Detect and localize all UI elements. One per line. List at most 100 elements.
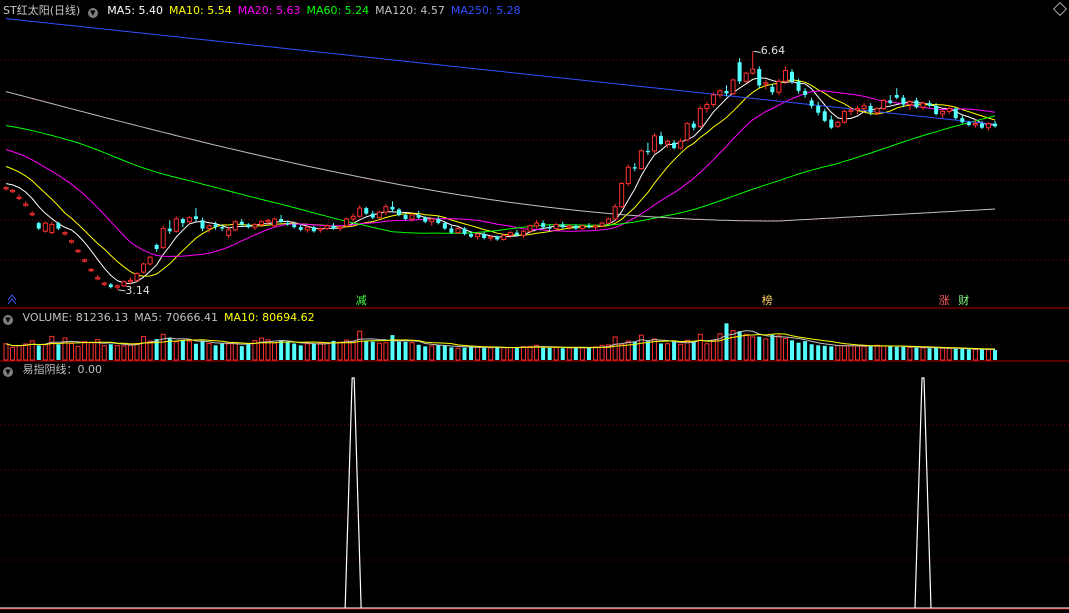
candle-body: [409, 214, 415, 220]
volume-bar: [946, 347, 952, 361]
candle-body: [252, 223, 258, 228]
candle-body: [95, 277, 101, 280]
candle-body: [416, 214, 421, 218]
volume-bar: [186, 340, 192, 361]
volume-bar: [127, 343, 133, 361]
candle-body: [586, 225, 591, 228]
candle-body: [337, 226, 343, 230]
volume-bar: [541, 347, 546, 360]
volume-bar: [317, 342, 323, 361]
candle-body: [42, 222, 48, 232]
volume-bar: [376, 342, 382, 361]
chevron-down-icon[interactable]: ▼: [3, 315, 13, 325]
volume-bar: [704, 343, 710, 361]
volume-bar: [888, 346, 893, 360]
volume-bar: [638, 334, 644, 361]
volume-bar: [724, 323, 729, 360]
chevron-down-icon[interactable]: ▼: [3, 367, 13, 377]
candle-body: [803, 90, 808, 95]
volume-bar: [455, 347, 461, 361]
candle-body: [691, 123, 696, 128]
volume-bar: [855, 345, 860, 361]
candle-body: [757, 69, 762, 86]
candle-body: [710, 94, 716, 106]
volume-bar: [803, 341, 808, 360]
candle-body: [829, 119, 834, 128]
candle-body: [579, 225, 585, 230]
stock-title[interactable]: ST红太阳(日线): [3, 4, 80, 17]
volume-bar: [907, 346, 913, 361]
volume-bar: [573, 347, 578, 360]
volume-bar: [547, 347, 552, 360]
high-annotation-pointer: [753, 50, 761, 53]
candle-body: [455, 228, 461, 234]
candle-body: [625, 166, 631, 185]
candle-body: [730, 79, 736, 95]
volume-bar: [101, 345, 107, 361]
low-price-annotation: 3.14: [125, 284, 150, 297]
candle-body: [200, 220, 205, 229]
ma10-line: [5, 79, 996, 277]
candle-body: [541, 223, 546, 228]
volume-legend-item: MA10: 80694.62: [223, 311, 315, 324]
volume-bar: [593, 346, 598, 361]
volume-bar: [390, 335, 395, 360]
volume-bar: [553, 346, 559, 361]
candle-body: [272, 218, 278, 227]
candle-body: [547, 227, 552, 229]
candle-body: [678, 140, 684, 149]
volume-bar: [770, 334, 775, 360]
candle-body: [665, 140, 671, 145]
volume-bar: [141, 335, 147, 361]
candle-body: [920, 102, 926, 108]
candle-body: [527, 225, 533, 232]
volume-bar: [993, 350, 998, 360]
volume-bar: [960, 348, 965, 360]
candle-body: [822, 111, 827, 121]
candle-body: [3, 187, 9, 190]
volume-bar: [579, 347, 585, 361]
volume-bar: [743, 333, 749, 361]
volume-bar: [920, 347, 926, 361]
volume-bar: [816, 345, 821, 360]
candle-body: [56, 223, 61, 229]
ma60-line: [5, 115, 996, 234]
candle-body: [659, 135, 663, 145]
chevron-down-icon[interactable]: ▼: [87, 8, 98, 18]
volume-bar: [298, 345, 303, 360]
volume-bar: [311, 344, 316, 360]
ma-legend-item: MA60: 5.24: [306, 4, 370, 17]
volume-bar: [49, 335, 55, 361]
volume-bar: [776, 335, 782, 361]
volume-bar: [691, 341, 696, 360]
volume-bar: [881, 345, 887, 361]
indicator-label[interactable]: 易指阴线：0.00: [23, 363, 103, 376]
volume-bar: [258, 337, 264, 361]
volume-bar: [469, 346, 474, 360]
volume-bar: [397, 341, 401, 360]
indicator-spike: [344, 377, 362, 609]
volume-bar: [42, 344, 48, 361]
candle-body: [966, 122, 971, 125]
candle-body: [501, 234, 507, 240]
volume-bar: [782, 338, 788, 361]
ma-legend-item: MA250: 5.28: [450, 4, 521, 17]
candle-body: [36, 223, 41, 229]
candle-body: [350, 215, 356, 220]
candle-body: [835, 121, 841, 127]
volume-bar: [730, 330, 736, 361]
volume-bar: [697, 333, 703, 361]
volume-bar: [927, 348, 932, 360]
volume-bar: [3, 343, 9, 361]
candle-body: [403, 214, 408, 219]
candle-body: [292, 224, 297, 228]
candle-body: [220, 227, 225, 229]
candle-body: [482, 233, 487, 239]
candle-body: [10, 189, 16, 193]
volume-bar: [88, 342, 94, 361]
signal-tag: 减: [355, 294, 367, 307]
price-pane-header: ST红太阳(日线) ▼ MA5: 5.40 MA10: 5.54 MA20: 5.6…: [3, 3, 533, 19]
volume-bar: [514, 347, 519, 360]
candle-body: [258, 221, 264, 225]
volume-bar: [934, 347, 939, 360]
